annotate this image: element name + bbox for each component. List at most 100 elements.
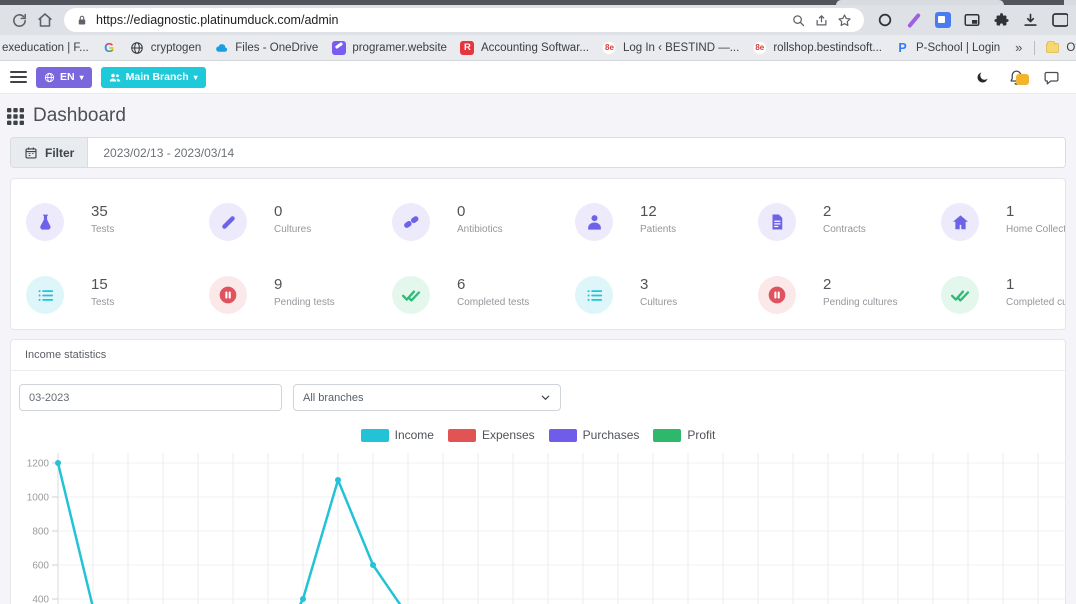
profile-icon[interactable]: [1048, 9, 1070, 31]
expenses-swatch: [448, 429, 476, 442]
bookmark-label: Files - OneDrive: [235, 42, 318, 54]
divider: [1034, 41, 1035, 55]
double-check-icon: [392, 276, 430, 314]
google-g-icon: G: [102, 40, 117, 55]
bookmark-item[interactable]: cryptogen: [130, 40, 202, 55]
filter-label: Filter: [45, 146, 74, 160]
filter-button[interactable]: Filter: [11, 138, 88, 167]
svg-text:1000: 1000: [27, 493, 50, 504]
branch-select-value: All branches: [303, 392, 364, 404]
language-button[interactable]: EN ▾: [36, 67, 92, 88]
stat-cultures-today: 3Cultures: [565, 276, 748, 327]
downloads-icon[interactable]: [1019, 9, 1041, 31]
stat-tests-today: 15Tests: [16, 276, 199, 327]
globe-icon: [44, 72, 55, 83]
moon-icon[interactable]: [975, 70, 990, 85]
home-icon: [941, 203, 979, 241]
bookmark-label: rollshop.bestindsoft...: [773, 42, 882, 54]
date-range-input[interactable]: [88, 138, 1065, 167]
bookmark-item[interactable]: P P-School | Login: [895, 40, 1000, 55]
picture-in-picture-icon[interactable]: [961, 9, 983, 31]
caret-down-icon: ▾: [194, 73, 198, 82]
bookmark-item[interactable]: 8e Log In ‹ BESTIND —...: [602, 40, 739, 55]
other-bookmarks-button[interactable]: Othe: [1045, 40, 1076, 55]
bookmark-label: exeducation | F...: [2, 42, 89, 54]
svg-text:800: 800: [32, 527, 49, 538]
contract-icon: [758, 203, 796, 241]
double-check-icon: [941, 276, 979, 314]
pause-icon: [209, 276, 247, 314]
bookmark-label: P-School | Login: [916, 42, 1000, 54]
tab-strip: [0, 0, 1076, 5]
legend-item-profit: Profit: [653, 428, 715, 442]
bookmarks-bar: exeducation | F... G cryptogen Files - O…: [0, 35, 1076, 61]
svg-text:600: 600: [32, 561, 49, 572]
p-school-icon: P: [895, 40, 910, 55]
8e-icon: 8e: [602, 40, 617, 55]
stats-card: 35Tests 0Cultures 0Antibiotics 12Patient…: [10, 178, 1066, 330]
legend-item-expenses: Expenses: [448, 428, 535, 442]
purchases-swatch: [549, 429, 577, 442]
stat-home-collection: 1Home Collection: [931, 203, 1066, 254]
list-icon: [575, 276, 613, 314]
caret-down-icon: ▾: [80, 73, 84, 82]
stat-patients: 12Patients: [565, 203, 748, 254]
stat-cultures: 0Cultures: [199, 203, 382, 254]
chart-legend: Income Expenses Purchases Profit: [11, 428, 1065, 442]
bookmark-item[interactable]: programer.website: [331, 40, 447, 55]
grid-icon: [7, 108, 24, 125]
onedrive-cloud-icon: [214, 40, 229, 55]
translate-extension-icon[interactable]: [932, 9, 954, 31]
menu-icon[interactable]: [10, 71, 27, 83]
home-icon[interactable]: [32, 7, 58, 33]
bookmark-item[interactable]: exeducation | F...: [2, 42, 89, 54]
bookmark-label: Log In ‹ BESTIND —...: [623, 42, 739, 54]
branch-select[interactable]: All branches: [293, 384, 561, 411]
bookmark-label: programer.website: [352, 42, 447, 54]
stat-antibiotics: 0Antibiotics: [382, 203, 565, 254]
url-text[interactable]: https://ediagnostic.platinumduck.com/adm…: [96, 13, 783, 27]
bookmarks-overflow-chevron[interactable]: »: [1013, 40, 1024, 55]
bookmark-item[interactable]: Files - OneDrive: [214, 40, 318, 55]
globe-icon: [130, 40, 145, 55]
users-icon: [109, 72, 121, 83]
branch-label: Main Branch: [126, 71, 189, 83]
bookmark-item[interactable]: R Accounting Softwar...: [460, 40, 589, 55]
page-title: Dashboard: [33, 105, 126, 127]
lock-icon: [76, 14, 88, 27]
bookmark-item[interactable]: G: [102, 40, 117, 55]
dashboard-page: Dashboard Filter 35Tests 0Cultures: [0, 94, 1076, 602]
pause-icon: [758, 276, 796, 314]
notifications-bell-icon[interactable]: [1008, 69, 1025, 86]
purple-site-icon: [331, 40, 346, 55]
calendar-icon: [24, 146, 38, 160]
share-icon[interactable]: [814, 13, 829, 28]
pen-extension-icon[interactable]: [903, 9, 925, 31]
branch-button[interactable]: Main Branch ▾: [101, 67, 206, 88]
extensions-puzzle-icon[interactable]: [990, 9, 1012, 31]
star-icon[interactable]: [837, 13, 852, 28]
month-input[interactable]: [19, 384, 282, 411]
legend-item-purchases: Purchases: [549, 428, 640, 442]
notification-badge: [1016, 74, 1029, 85]
flask-icon: [26, 203, 64, 241]
test-tube-icon: [209, 203, 247, 241]
bookmark-item[interactable]: 8e rollshop.bestindsoft...: [752, 40, 882, 55]
zoom-icon[interactable]: [791, 13, 806, 28]
income-swatch: [361, 429, 389, 442]
income-statistics-card: Income statistics All branches Income Ex…: [10, 339, 1066, 604]
language-label: EN: [60, 71, 75, 83]
income-line-chart[interactable]: 12001000800600400: [11, 445, 1065, 604]
stat-pending-cultures: 2Pending cultures: [748, 276, 931, 327]
profit-swatch: [653, 429, 681, 442]
bookmark-label: cryptogen: [151, 42, 202, 54]
reload-icon[interactable]: [6, 7, 32, 33]
extension-ring-icon[interactable]: [874, 9, 896, 31]
app-header: EN ▾ Main Branch ▾: [0, 61, 1076, 94]
date-filter-bar: Filter: [10, 137, 1066, 168]
chat-icon[interactable]: [1043, 69, 1060, 86]
browser-toolbar: https://ediagnostic.platinumduck.com/adm…: [0, 5, 1076, 35]
active-tab-edge[interactable]: [836, 0, 1004, 5]
address-bar[interactable]: https://ediagnostic.platinumduck.com/adm…: [64, 8, 864, 32]
other-bookmarks-label: Othe: [1066, 42, 1076, 54]
